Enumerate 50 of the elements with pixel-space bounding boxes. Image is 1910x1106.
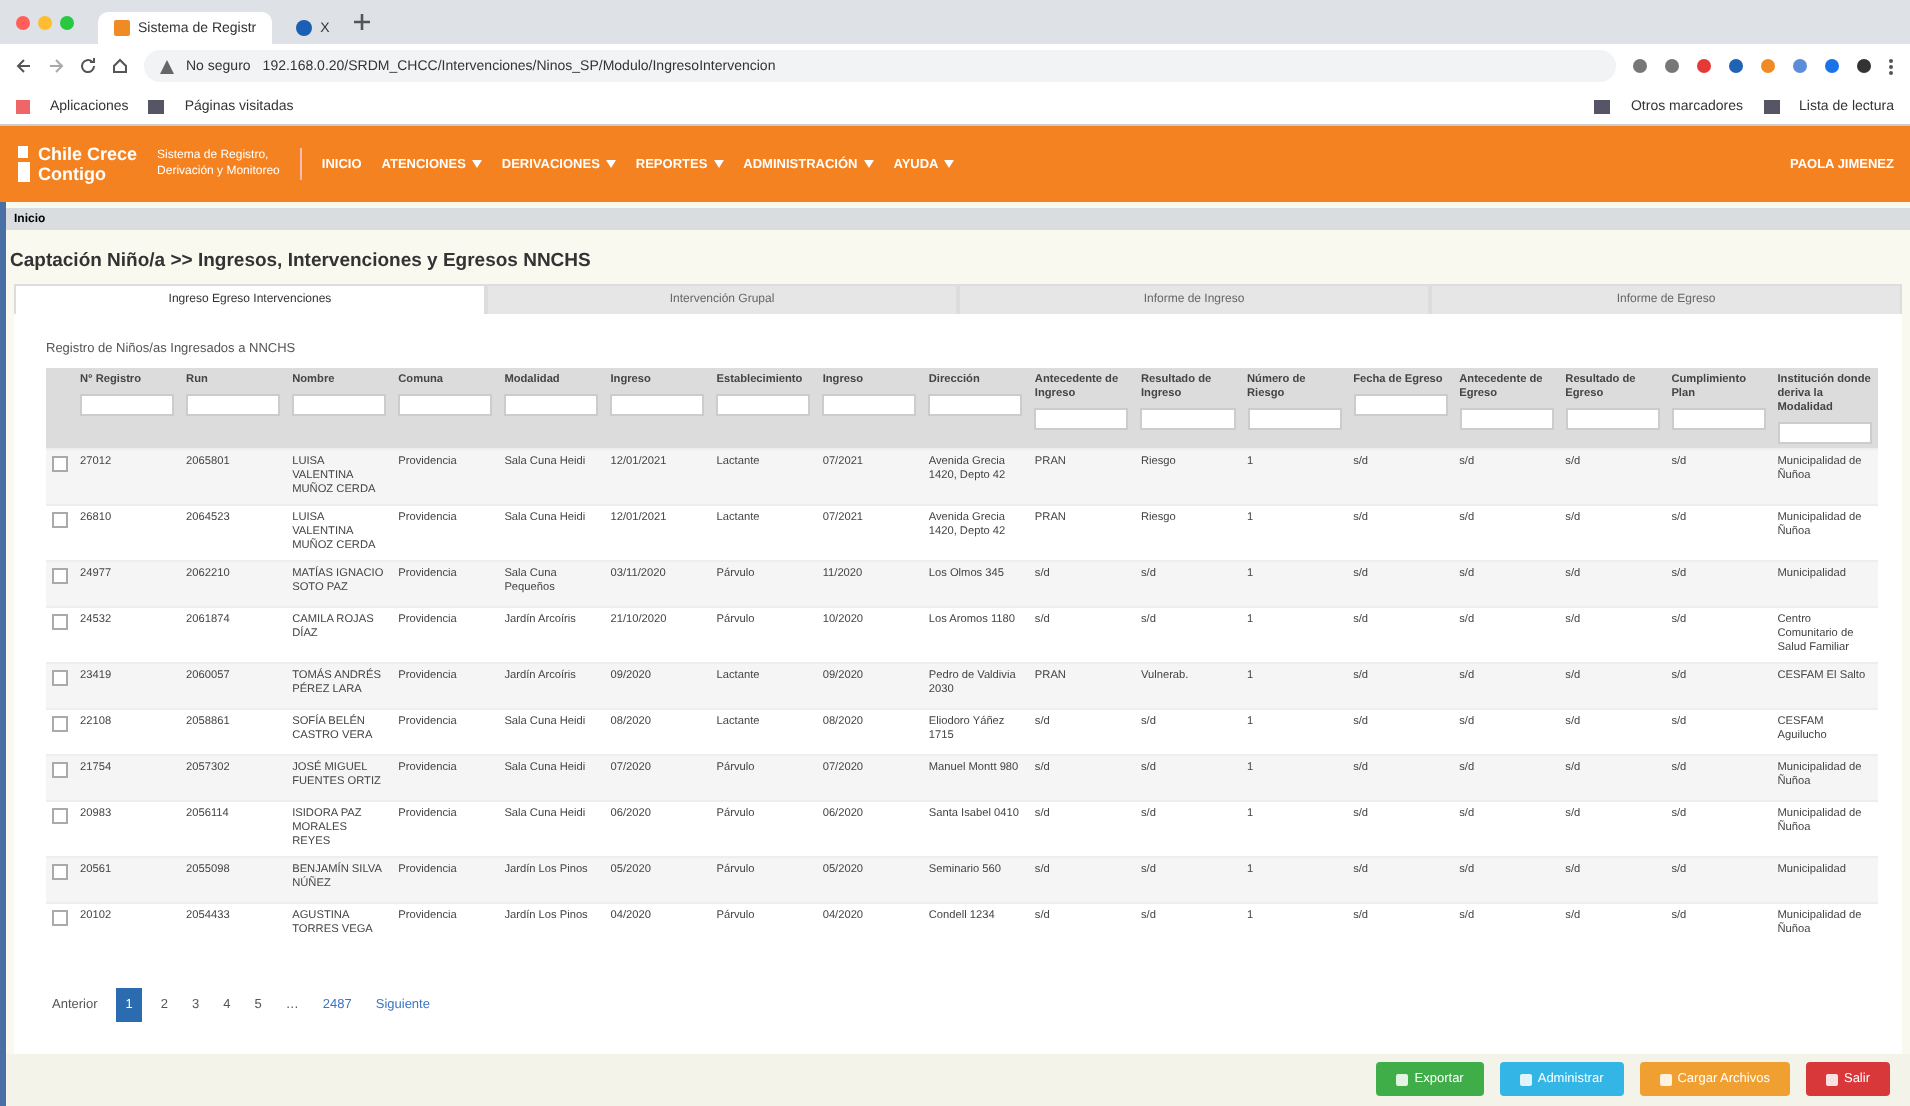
row-checkbox[interactable]	[52, 512, 68, 528]
filter-field[interactable]	[504, 394, 599, 416]
row-checkbox[interactable]	[52, 568, 68, 584]
filter-field[interactable]	[1565, 408, 1660, 430]
filter-field[interactable]	[716, 394, 811, 416]
row-checkbox[interactable]	[52, 456, 68, 472]
globe-icon	[296, 20, 313, 36]
warning-icon	[160, 59, 174, 73]
filter-field[interactable]	[80, 394, 175, 416]
row-checkbox[interactable]	[52, 910, 68, 926]
filter-field[interactable]	[1140, 408, 1236, 430]
back-icon	[16, 58, 32, 74]
row-checkbox[interactable]	[52, 864, 68, 880]
plus-icon	[353, 14, 370, 30]
page-icon	[114, 20, 130, 36]
caret-icon	[713, 160, 724, 168]
row-checkbox[interactable]	[52, 762, 68, 778]
row-checkbox[interactable]	[52, 716, 68, 732]
caret-icon	[944, 160, 955, 168]
filter-field[interactable]	[1671, 408, 1766, 430]
caret-icon	[605, 160, 616, 168]
filter-field[interactable]	[822, 394, 917, 416]
row-checkbox[interactable]	[52, 614, 68, 630]
caret-icon	[863, 160, 874, 168]
page-title: Captación Niño/a >> Ingresos, Intervenciones y Egresos NNCHS	[10, 250, 593, 272]
filter-field[interactable]	[398, 394, 493, 416]
action-icon	[1396, 1073, 1409, 1085]
forward-icon	[48, 58, 64, 74]
home-icon	[112, 58, 128, 74]
filter-field[interactable]	[186, 394, 281, 416]
reload-icon	[80, 58, 96, 74]
more-icon	[1888, 57, 1894, 75]
filter-field[interactable]	[292, 394, 387, 416]
filter-field[interactable]	[1034, 408, 1129, 430]
filter-field[interactable]	[1777, 422, 1872, 444]
filter-field[interactable]	[610, 394, 705, 416]
row-checkbox[interactable]	[52, 670, 68, 686]
row-checkbox[interactable]	[52, 808, 68, 824]
filter-field[interactable]	[1353, 394, 1448, 416]
filter-field[interactable]	[1247, 408, 1342, 430]
filter-field[interactable]	[928, 394, 1023, 416]
action-icon	[1825, 1073, 1838, 1085]
caret-icon	[471, 160, 482, 168]
logo-text: Contigo	[38, 164, 108, 184]
logo-icon	[16, 142, 32, 186]
action-icon	[1659, 1073, 1672, 1085]
filter-field[interactable]	[1459, 408, 1554, 430]
logo-text: Chile Crece	[38, 144, 138, 164]
action-icon	[1519, 1073, 1532, 1085]
profile-icon	[1856, 58, 1872, 74]
